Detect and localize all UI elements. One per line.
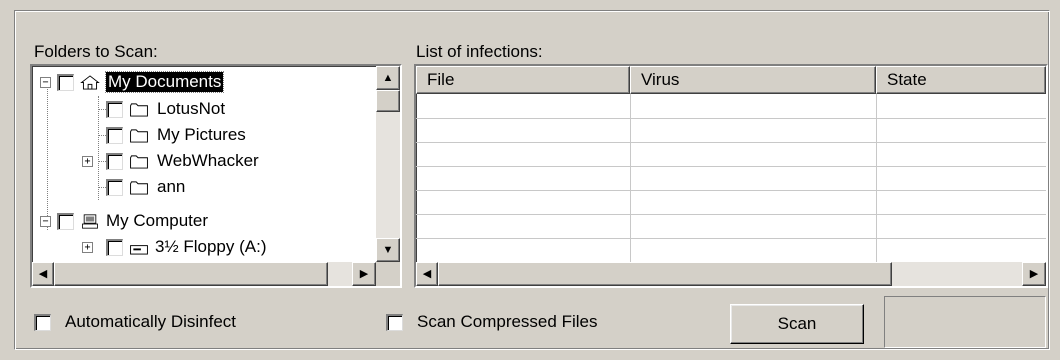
grid-line xyxy=(416,238,1046,239)
infections-label: List of infections: xyxy=(416,42,543,61)
expand-toggle[interactable]: + xyxy=(82,155,93,167)
tree-line xyxy=(98,135,106,136)
scan-compressed-option[interactable]: Scan Compressed Files xyxy=(386,312,597,332)
folder-icon xyxy=(130,102,148,117)
auto-disinfect-label: Automatically Disinfect xyxy=(65,312,237,331)
folder-icon xyxy=(130,154,148,169)
tree-item-label: WebWhacker xyxy=(157,151,259,170)
folder-tree[interactable]: − My Documents LotusNot My Pictures + We… xyxy=(30,64,402,288)
scroll-thumb[interactable] xyxy=(438,262,892,286)
grid-line xyxy=(416,166,1046,167)
tree-line xyxy=(98,187,106,188)
collapse-toggle[interactable]: − xyxy=(40,76,51,88)
tree-item-my-pictures[interactable]: My Pictures xyxy=(106,122,246,148)
auto-disinfect-checkbox[interactable] xyxy=(34,313,51,331)
scan-compressed-checkbox[interactable] xyxy=(386,313,403,331)
folder-checkbox[interactable] xyxy=(106,100,123,118)
scroll-up-button[interactable]: ▲ xyxy=(376,66,400,90)
column-header-state[interactable]: State xyxy=(876,66,1046,94)
infections-list[interactable]: File Virus State ◀ ▶ xyxy=(414,64,1048,288)
tree-item-floppy[interactable]: + 3½ Floppy (A:) xyxy=(82,234,267,260)
tree-item-label: My Pictures xyxy=(157,125,246,144)
scroll-thumb[interactable] xyxy=(54,262,328,286)
grid-line xyxy=(876,94,877,262)
scroll-down-button[interactable]: ▼ xyxy=(376,238,400,262)
folder-icon xyxy=(130,180,148,195)
collapse-toggle[interactable]: − xyxy=(40,215,51,227)
grid-line xyxy=(416,214,1046,215)
tree-horizontal-scrollbar[interactable]: ◀ ▶ xyxy=(32,262,376,286)
tree-item-label: My Computer xyxy=(106,211,209,230)
tree-item-label: My Documents xyxy=(104,71,225,93)
folder-checkbox[interactable] xyxy=(106,152,123,170)
grid-line xyxy=(416,190,1046,191)
expand-toggle[interactable]: + xyxy=(82,241,93,253)
folder-checkbox[interactable] xyxy=(106,126,123,144)
floppy-drive-icon xyxy=(130,244,148,255)
tree-item-label: LotusNot xyxy=(157,99,226,118)
grid-line xyxy=(416,118,1046,119)
scroll-left-button[interactable]: ◀ xyxy=(416,262,438,286)
tree-item-my-computer[interactable]: − My Computer xyxy=(40,208,208,234)
folder-checkbox[interactable] xyxy=(57,73,74,91)
tree-line xyxy=(98,109,106,110)
tree-item-label: 3½ Floppy (A:) xyxy=(155,237,267,256)
scan-compressed-label: Scan Compressed Files xyxy=(417,312,598,331)
grid-line xyxy=(416,142,1046,143)
tree-item-my-documents[interactable]: − My Documents xyxy=(40,69,225,95)
scan-status-box xyxy=(884,296,1046,348)
list-horizontal-scrollbar[interactable]: ◀ ▶ xyxy=(416,262,1046,286)
folder-checkbox[interactable] xyxy=(106,238,123,256)
scroll-right-button[interactable]: ▶ xyxy=(352,262,376,286)
tree-item-ann[interactable]: ann xyxy=(106,174,185,200)
folder-icon xyxy=(130,128,148,143)
scrollbar-corner xyxy=(376,262,400,286)
computer-icon xyxy=(82,213,98,229)
scroll-left-button[interactable]: ◀ xyxy=(32,262,54,286)
scroll-right-button[interactable]: ▶ xyxy=(1022,262,1046,286)
folders-label: Folders to Scan: xyxy=(34,42,158,61)
scan-button[interactable]: Scan xyxy=(730,304,864,344)
tree-vertical-scrollbar[interactable]: ▲ ▼ xyxy=(376,66,400,262)
column-header-virus[interactable]: Virus xyxy=(630,66,876,94)
tree-item-webwhacker[interactable]: + WebWhacker xyxy=(82,148,259,174)
grid-line xyxy=(630,94,631,262)
tree-item-lotusnot[interactable]: LotusNot xyxy=(106,96,225,122)
folder-checkbox[interactable] xyxy=(57,212,74,230)
scroll-thumb[interactable] xyxy=(376,90,400,112)
column-header-file[interactable]: File xyxy=(416,66,630,94)
auto-disinfect-option[interactable]: Automatically Disinfect xyxy=(34,312,236,332)
tree-item-label: ann xyxy=(157,177,186,196)
folder-checkbox[interactable] xyxy=(106,178,123,196)
home-folder-icon xyxy=(80,74,100,90)
